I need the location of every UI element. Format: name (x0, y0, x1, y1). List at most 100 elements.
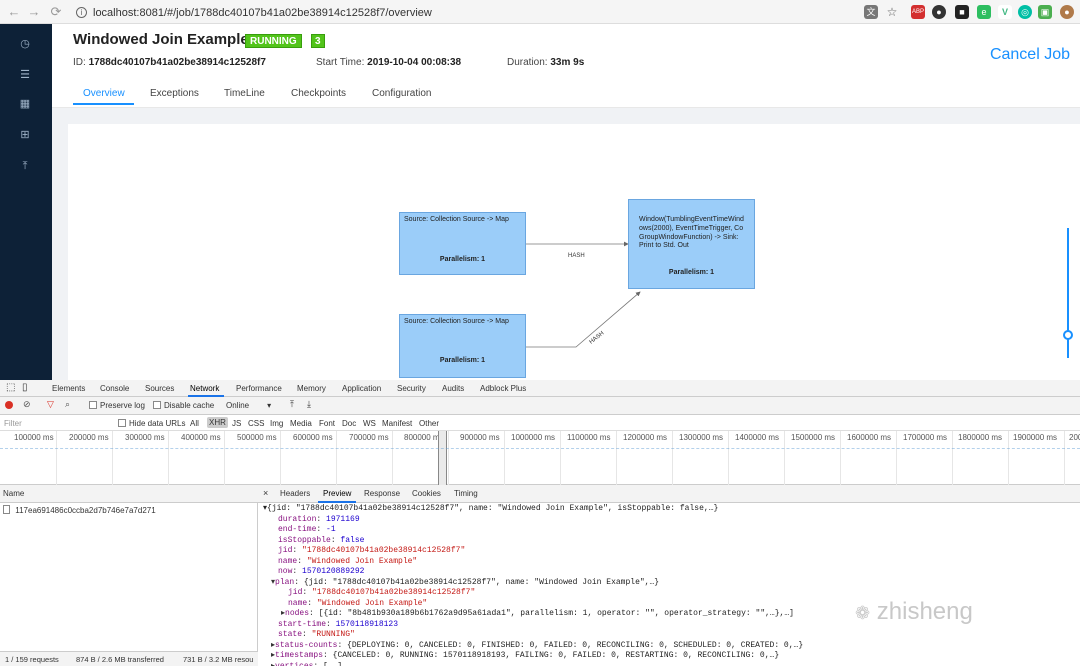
filter-type-manifest[interactable]: Manifest (382, 419, 412, 428)
detail-tab-headers[interactable]: Headers (280, 489, 310, 498)
export-har-icon[interactable]: ⤓ (307, 399, 311, 410)
timeline-tick: 900000 ms (460, 433, 500, 442)
devtools-tab-memory[interactable]: Memory (297, 384, 326, 393)
cancel-job-button[interactable]: Cancel Job (990, 46, 1070, 64)
forward-icon[interactable]: → (24, 4, 44, 19)
devtools-tab-security[interactable]: Security (397, 384, 426, 393)
filter-type-ws[interactable]: WS (363, 419, 376, 428)
tab-configuration[interactable]: Configuration (372, 88, 431, 99)
devtools-tab-audits[interactable]: Audits (442, 384, 464, 393)
graph-node-window-sink[interactable]: Window(TumblingEventTimeWindows(2000), E… (628, 199, 755, 289)
filter-type-media[interactable]: Media (290, 419, 312, 428)
json-field: jid: "1788dc40107b41a02be38914c12528f7" (288, 588, 476, 597)
record-icon[interactable] (5, 401, 13, 409)
node-parallelism: Parallelism: 1 (668, 269, 715, 276)
active-tab-indicator (73, 103, 134, 105)
extension-icon[interactable]: ● (932, 5, 946, 19)
reload-icon[interactable]: ⟳ (46, 4, 66, 20)
filter-type-img[interactable]: Img (270, 419, 283, 428)
tab-exceptions[interactable]: Exceptions (150, 88, 199, 99)
clear-icon[interactable]: ⊘ (23, 399, 31, 410)
address-bar[interactable]: i localhost:8081/#/job/1788dc40107b41a02… (76, 4, 856, 21)
json-root[interactable]: ▾{jid: "1788dc40107b41a02be38914c12528f7… (263, 504, 1080, 515)
bookmark-star-icon[interactable]: ☆ (885, 5, 899, 19)
timeline-tick: 200000 ms (69, 433, 109, 442)
adblock-plus-icon[interactable]: ABP (911, 5, 925, 19)
json-field: duration: 1971169 (278, 514, 360, 524)
column-name-header[interactable]: Name (3, 489, 24, 498)
list-icon[interactable]: ☰ (18, 69, 32, 81)
graph-node-source[interactable]: Source: Collection Source -> Map Paralle… (399, 212, 526, 275)
table-row[interactable]: 117ea691486c0ccba2d7b746e7a7d271 (0, 503, 257, 517)
graph-edge (526, 291, 641, 348)
devtools-tab-performance[interactable]: Performance (236, 384, 282, 393)
chevron-down-icon: ▾ (267, 401, 272, 410)
hide-data-urls-checkbox[interactable]: Hide data URLs (118, 419, 185, 428)
timeline-gridline (392, 431, 393, 485)
throttle-select[interactable]: Online ▾ (226, 401, 271, 410)
transfer-size: 874 B / 2.6 MB transferred (76, 655, 164, 664)
devtools-tab-network[interactable]: Network (190, 384, 219, 393)
timeline-tick: 1800000 ms (958, 433, 1003, 442)
json-field[interactable]: ▸status-counts: {DEPLOYING: 0, CANCELED:… (263, 641, 1080, 652)
info-icon[interactable]: i (76, 7, 87, 18)
filter-input[interactable]: Filter (4, 419, 22, 428)
filter-type-all[interactable]: All (190, 419, 199, 428)
detail-tab-response[interactable]: Response (364, 489, 400, 498)
filter-type-xhr[interactable]: XHR (207, 417, 228, 428)
graph-node-source[interactable]: Source: Collection Source -> Map Paralle… (399, 314, 526, 378)
preserve-log-checkbox[interactable]: Preserve log (89, 401, 145, 410)
detail-tab-cookies[interactable]: Cookies (412, 489, 441, 498)
device-toolbar-icon[interactable]: ▯ (22, 382, 28, 393)
request-list: 117ea691486c0ccba2d7b746e7a7d271 (0, 503, 258, 651)
evernote-icon[interactable]: e (977, 5, 991, 19)
devtools-tab-adblock-plus[interactable]: Adblock Plus (480, 384, 526, 393)
cluster-icon[interactable]: ⊞ (18, 129, 32, 141)
filter-type-js[interactable]: JS (232, 419, 241, 428)
inspect-icon[interactable]: ⬚ (6, 382, 15, 393)
json-field: now: 1570120889292 (278, 567, 365, 576)
timeline-tick: 200 (1069, 433, 1080, 442)
upload-icon[interactable]: ⤒ (18, 160, 32, 172)
devtools-tab-elements[interactable]: Elements (52, 384, 85, 393)
timeline-selection[interactable] (438, 431, 447, 485)
tab-checkpoints[interactable]: Checkpoints (291, 88, 346, 99)
extension-icon[interactable]: ◎ (1018, 5, 1032, 19)
json-field[interactable]: ▾plan: {jid: "1788dc40107b41a02be38914c1… (263, 578, 1080, 589)
translate-icon[interactable]: 文 (864, 5, 878, 19)
timeline-tick: 1500000 ms (791, 433, 836, 442)
tab-timeline[interactable]: TimeLine (224, 88, 265, 99)
close-icon[interactable]: × (263, 488, 268, 498)
import-har-icon[interactable]: ⤒ (290, 399, 294, 410)
job-id: ID: 1788dc40107b41a02be38914c12528f7 (73, 57, 266, 68)
avatar[interactable]: ● (1060, 5, 1074, 19)
devtools-tab-application[interactable]: Application (342, 384, 381, 393)
filter-type-css[interactable]: CSS (248, 419, 264, 428)
dashboard-icon[interactable]: ◷ (18, 38, 32, 50)
detail-tab-timing[interactable]: Timing (454, 489, 478, 498)
json-field[interactable]: ▸timestamps: {CANCELED: 0, RUNNING: 1570… (263, 651, 1080, 662)
node-operator-label: Source: Collection Source -> Map (404, 216, 509, 223)
timeline-tick: 1000000 ms (511, 433, 556, 442)
devtools-tab-console[interactable]: Console (100, 384, 129, 393)
extension-icon[interactable]: ▣ (1038, 5, 1052, 19)
disable-cache-checkbox[interactable]: Disable cache (153, 401, 214, 410)
search-icon[interactable]: ⌕ (65, 399, 70, 410)
devtools-tab-sources[interactable]: Sources (145, 384, 174, 393)
json-field[interactable]: ▸vertices: [,…] (263, 662, 1080, 666)
calendar-icon[interactable]: ▦ (18, 98, 32, 110)
filter-icon[interactable]: ▽ (47, 399, 54, 410)
back-icon[interactable]: ← (4, 4, 24, 19)
job-graph[interactable]: HASH HASH Source: Collection Source -> M… (68, 124, 1080, 380)
filter-type-font[interactable]: Font (319, 419, 335, 428)
tab-overview[interactable]: Overview (83, 88, 125, 99)
filter-type-doc[interactable]: Doc (342, 419, 356, 428)
detail-tab-preview[interactable]: Preview (323, 489, 351, 498)
filter-type-other[interactable]: Other (419, 419, 439, 428)
vue-devtools-icon[interactable]: V (998, 5, 1012, 19)
network-status-bar: 1 / 159 requests 874 B / 2.6 MB transfer… (0, 651, 258, 666)
network-timeline-overview[interactable]: 100000 ms 200000 ms 300000 ms 400000 ms … (0, 431, 1080, 485)
json-preview[interactable]: ▾{jid: "1788dc40107b41a02be38914c12528f7… (259, 503, 1080, 666)
extension-icon[interactable]: ■ (955, 5, 969, 19)
zoom-slider-handle[interactable] (1063, 330, 1073, 340)
